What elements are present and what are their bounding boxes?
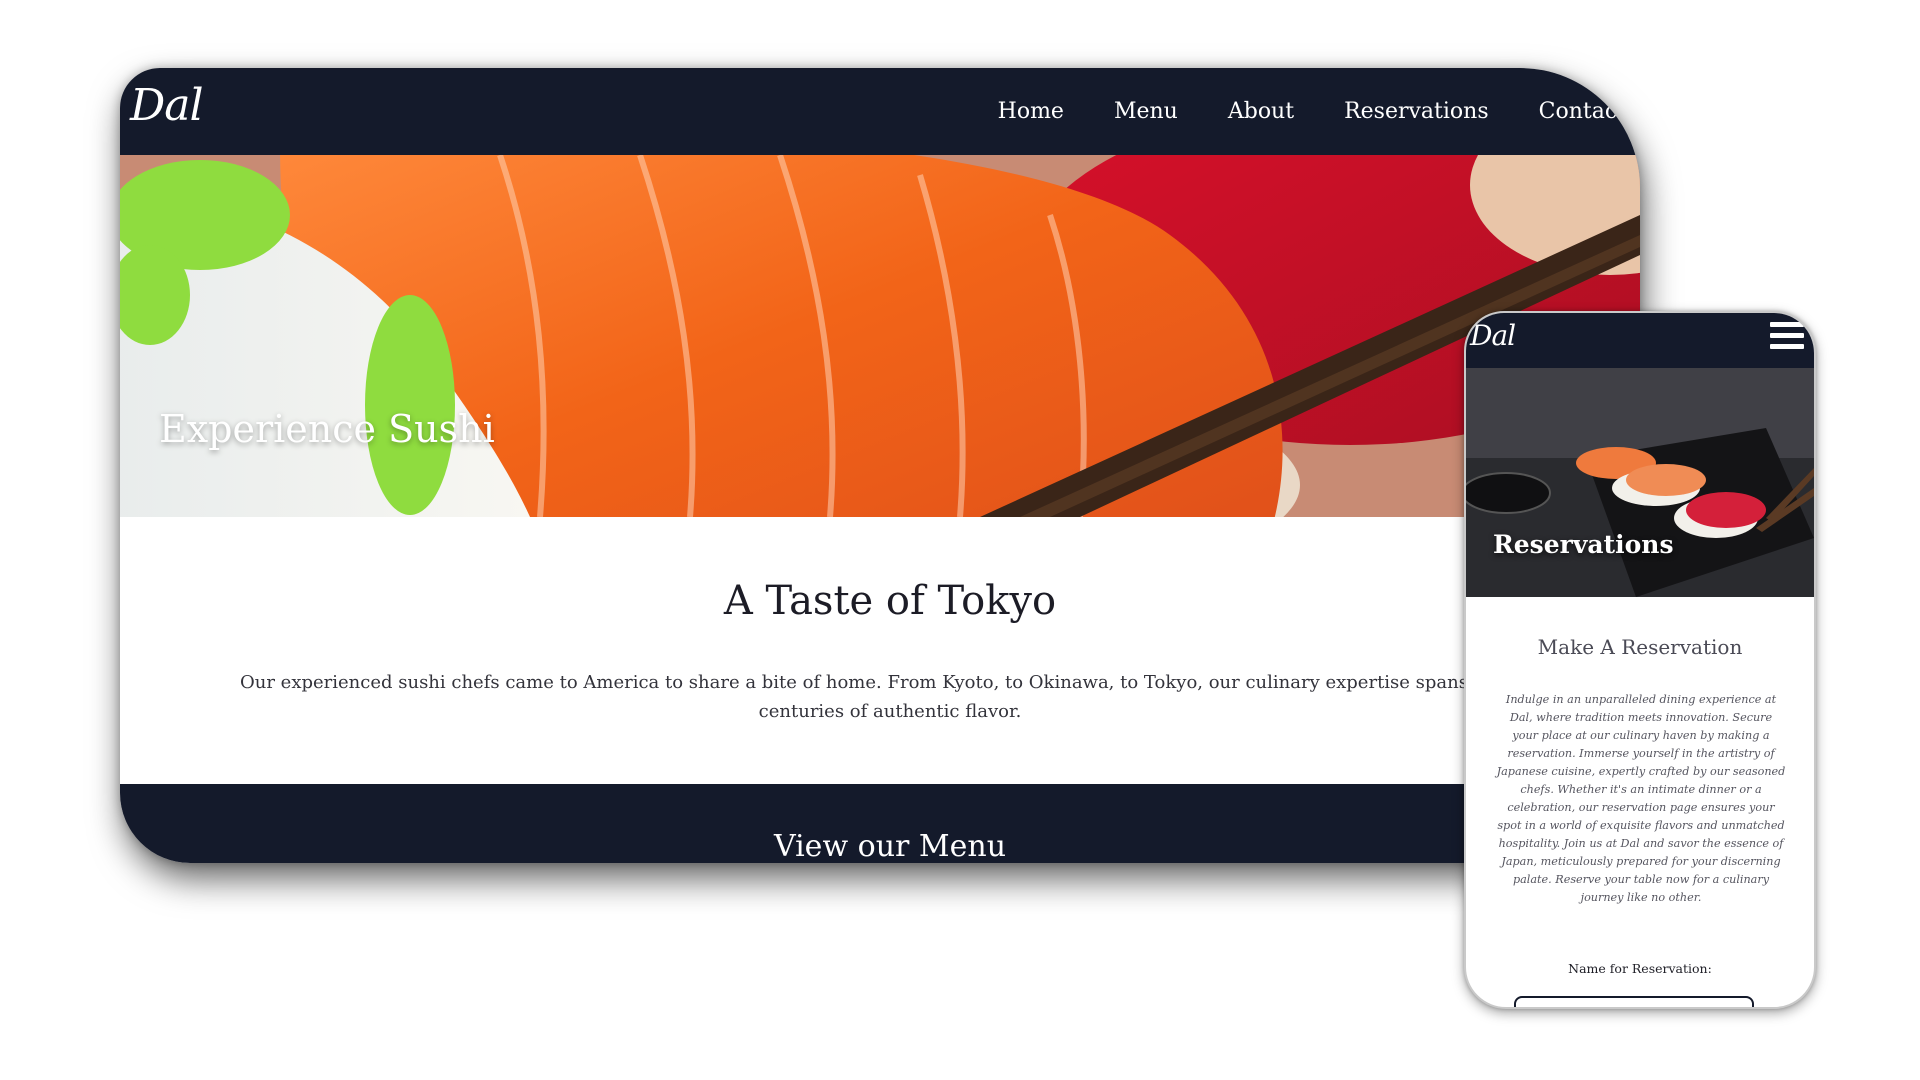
hamburger-menu-icon[interactable] bbox=[1770, 322, 1804, 352]
hero-caption: Experience Sushi bbox=[159, 407, 495, 451]
name-field-label: Name for Reservation: bbox=[1568, 961, 1712, 976]
view-menu-heading[interactable]: View our Menu bbox=[120, 829, 1640, 863]
phone-hero-caption: Reservations bbox=[1493, 530, 1674, 559]
intro-line-2: centuries of authentic flavor. bbox=[758, 701, 1022, 722]
desktop-navbar: Dal Home Menu About Reservations Contact bbox=[120, 68, 1640, 155]
nav-about[interactable]: About bbox=[1228, 99, 1294, 124]
intro-paragraph: Our experienced sushi chefs came to Amer… bbox=[240, 668, 1640, 726]
phone-navbar: Dal bbox=[1466, 313, 1814, 368]
sushi-illustration bbox=[120, 155, 1640, 517]
intro-line-1: Our experienced sushi chefs came to Amer… bbox=[240, 672, 1640, 693]
hero-image-sushi: Experience Sushi bbox=[120, 155, 1640, 517]
menu-section: View our Menu bbox=[120, 784, 1640, 863]
sushi-platter-illustration bbox=[1466, 368, 1814, 597]
desktop-mockup: Dal Home Menu About Reservations Contact bbox=[120, 68, 1640, 863]
name-input[interactable] bbox=[1514, 996, 1754, 1007]
nav-reservations[interactable]: Reservations bbox=[1344, 99, 1489, 124]
nav-home[interactable]: Home bbox=[998, 99, 1064, 124]
reservation-heading: Make A Reservation bbox=[1537, 635, 1743, 659]
section-heading: A Taste of Tokyo bbox=[723, 578, 1057, 624]
reservation-paragraph: Indulge in an unparalleled dining experi… bbox=[1496, 693, 1786, 904]
phone-mockup: Dal Reservations Make A Reservation Indu… bbox=[1464, 311, 1816, 1009]
phone-logo[interactable]: Dal bbox=[1470, 319, 1516, 352]
nav-contact[interactable]: Contact bbox=[1539, 99, 1626, 124]
desktop-nav-links: Home Menu About Reservations Contact bbox=[998, 68, 1626, 155]
nav-menu[interactable]: Menu bbox=[1114, 99, 1178, 124]
phone-hero-image: Reservations bbox=[1466, 368, 1814, 597]
desktop-logo[interactable]: Dal bbox=[130, 80, 204, 131]
